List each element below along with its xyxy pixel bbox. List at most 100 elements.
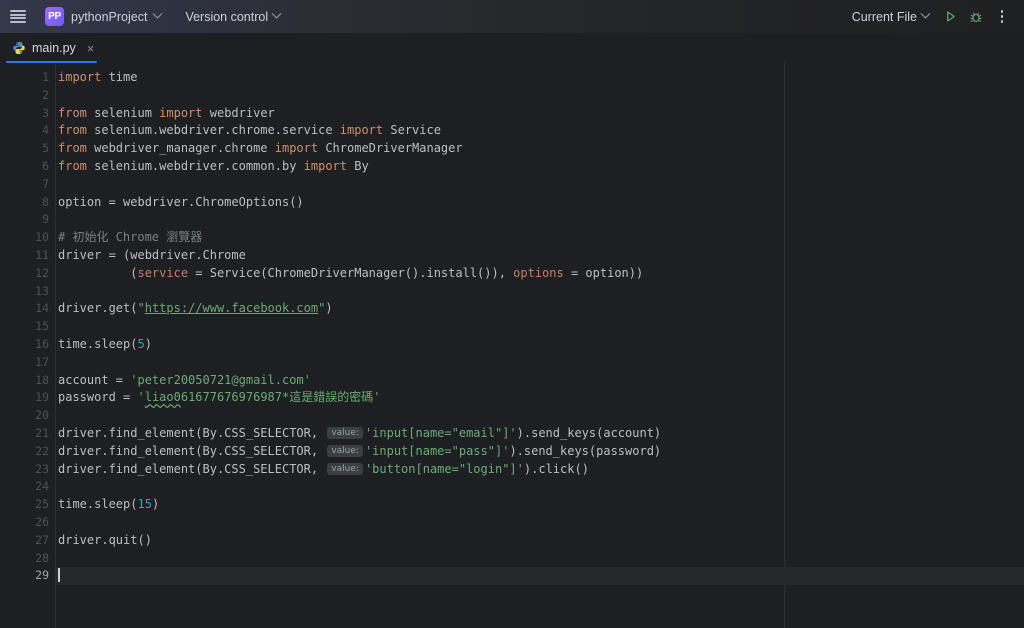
code-line[interactable]: driver.quit() [56,532,1024,550]
code-line[interactable] [56,87,1024,105]
code-line[interactable] [56,478,1024,496]
code-token: 5 [137,336,145,351]
code-line[interactable]: driver = (webdriver.Chrome [56,247,1024,265]
code-line[interactable] [56,407,1024,425]
line-number: 21 [35,426,49,440]
code-line[interactable] [56,283,1024,301]
run-button[interactable] [938,5,962,29]
code-token: ).send_keys(password) [509,443,662,458]
code-token[interactable]: https://www.facebook.com [145,301,318,315]
code-line[interactable]: from webdriver_manager.chrome import Chr… [56,140,1024,158]
code-line[interactable] [56,354,1024,372]
code-line[interactable]: import time [56,69,1024,87]
chevron-down-icon [271,8,282,19]
inlay-parameter-hint: value: [327,445,363,458]
line-number: 1 [42,70,49,84]
code-line[interactable] [56,567,1024,586]
debug-bug-icon [970,11,982,22]
code-token: time [101,70,138,84]
code-line[interactable]: driver.find_element(By.CSS_SELECTOR, val… [56,461,1024,479]
code-token: options [513,265,564,280]
code-token: ) [325,301,333,316]
code-line-text: time.sleep(15) [56,497,159,511]
code-token: selenium.webdriver.common.by [86,158,304,173]
code-token: from [58,123,87,138]
code-token: 'button[name="login"]' [364,461,524,476]
code-token: driver.find_element(By.CSS_SELECTOR, [58,425,326,440]
code-token: ' [137,390,145,405]
code-token: By [347,158,369,173]
code-token: driver.quit() [58,532,152,547]
line-number: 7 [42,176,49,191]
line-number: 16 [35,337,49,351]
code-line[interactable]: account = 'peter20050721@gmail.com' [56,372,1024,390]
line-number: 3 [42,105,49,120]
text-caret [58,568,60,583]
code-line[interactable]: from selenium import webdriver [56,105,1024,123]
version-control-selector[interactable]: Version control [178,5,287,28]
line-number: 10 [35,230,49,245]
code-line[interactable]: password = 'liao061677676976987*這是錯誤的密碼' [56,389,1024,407]
code-editor[interactable]: import time from selenium import webdrive… [0,63,1024,628]
code-line[interactable] [56,550,1024,568]
line-number: 19 [35,390,49,405]
toolbar-right-group: Current File [845,5,1024,29]
code-line-text: from webdriver_manager.chrome import Chr… [56,141,463,155]
code-line[interactable]: option = webdriver.ChromeOptions() [56,194,1024,212]
code-token: driver = (webdriver.Chrome [58,247,246,262]
line-number: 9 [42,212,49,227]
project-selector[interactable]: PP pythonProject [38,5,168,28]
code-line[interactable]: driver.find_element(By.CSS_SELECTOR, val… [56,443,1024,461]
code-token: driver.find_element(By.CSS_SELECTOR, [58,443,326,458]
run-play-icon [946,11,955,22]
chevron-down-icon [920,8,931,19]
code-line[interactable]: from selenium.webdriver.chrome.service i… [56,122,1024,140]
line-number: 29 [35,568,49,583]
code-line-text: from selenium.webdriver.chrome.service i… [56,123,441,137]
more-options-button[interactable] [990,5,1014,29]
code-line[interactable]: driver.find_element(By.CSS_SELECTOR, val… [56,425,1024,443]
code-token: 'peter20050721@gmail.com' [130,372,311,387]
line-number: 6 [42,159,49,173]
hamburger-menu-icon[interactable] [10,10,26,23]
code-content[interactable]: import time from selenium import webdrive… [56,63,1024,628]
code-line[interactable]: # 初始化 Chrome 瀏覽器 [56,229,1024,247]
code-token: 'input[name="pass"]' [364,443,510,458]
code-line-text: driver.get("https://www.facebook.com") [56,301,333,315]
code-token: import [339,123,384,138]
code-line[interactable]: driver.get("https://www.facebook.com") [56,300,1024,318]
tab-main-py[interactable]: main.py × [0,33,104,63]
code-line[interactable] [56,318,1024,336]
debug-button[interactable] [964,5,988,29]
code-line[interactable]: (service = Service(ChromeDriverManager()… [56,265,1024,283]
code-token: driver.find_element(By.CSS_SELECTOR, [58,461,326,476]
code-line[interactable]: time.sleep(5) [56,336,1024,354]
code-line[interactable] [56,176,1024,194]
inlay-parameter-hint: value: [327,427,363,440]
close-icon[interactable]: × [87,42,95,55]
code-line-text: driver.find_element(By.CSS_SELECTOR, val… [56,462,589,476]
code-token: = option)) [563,265,644,280]
code-token: service [137,265,189,280]
code-token: from [58,158,87,173]
code-token: ) [144,336,152,351]
code-line[interactable]: time.sleep(15) [56,496,1024,514]
inlay-parameter-hint: value: [327,463,363,476]
code-line[interactable] [56,211,1024,229]
code-line-text: password = 'liao061677676976987*這是錯誤的密碼' [56,390,380,404]
code-token: ).click() [523,461,589,476]
run-configuration-selector[interactable]: Current File [845,5,936,28]
code-line[interactable]: from selenium.webdriver.common.by import… [56,158,1024,176]
code-token: webdriver_manager.chrome [86,141,275,156]
code-token: # 初始化 Chrome 瀏覽器 [58,230,203,245]
code-line-text: driver.quit() [56,533,152,547]
code-token: import [274,141,319,156]
line-number: 12 [35,265,49,280]
code-line[interactable] [56,514,1024,532]
python-file-icon [13,42,25,54]
